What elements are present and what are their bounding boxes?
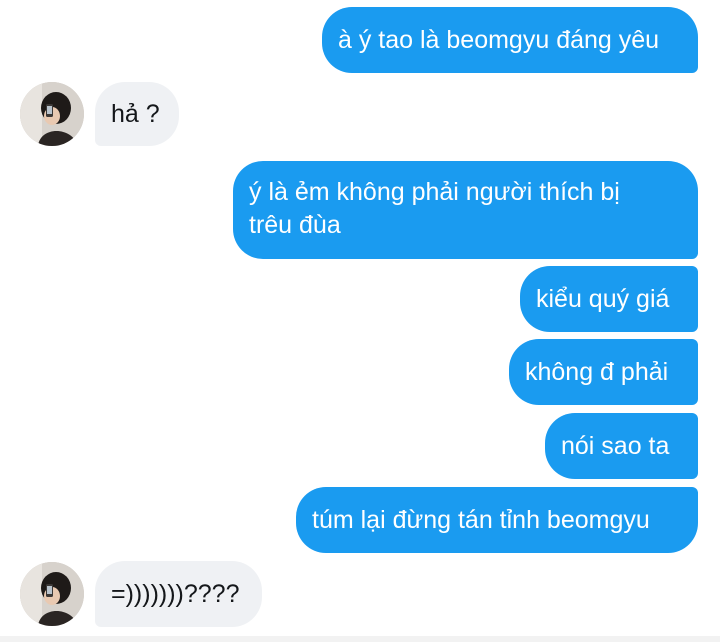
message-bubble-outgoing[interactable]: kiểu quý giá <box>520 266 698 332</box>
bottom-divider <box>0 636 720 642</box>
message-bubble-outgoing[interactable]: không đ phải <box>509 339 698 405</box>
message-bubble-outgoing[interactable]: ý là ẻm không phải người thích bị trêu đ… <box>233 161 698 259</box>
message-bubble-incoming[interactable]: hả ? <box>95 82 179 146</box>
avatar-photo-icon <box>20 82 84 146</box>
message-bubble-incoming[interactable]: =)))))))???? <box>95 561 262 627</box>
message-bubble-outgoing[interactable]: à ý tao là beomgyu đáng yêu <box>322 7 698 73</box>
message-bubble-outgoing[interactable]: túm lại đừng tán tỉnh beomgyu <box>296 487 698 553</box>
message-bubble-outgoing[interactable]: nói sao ta <box>545 413 698 479</box>
conversation-thread: à ý tao là beomgyu đáng yêu hả ? ý là ẻm… <box>0 0 720 642</box>
avatar-photo-icon <box>20 562 84 626</box>
contact-avatar[interactable] <box>20 82 84 146</box>
contact-avatar[interactable] <box>20 562 84 626</box>
